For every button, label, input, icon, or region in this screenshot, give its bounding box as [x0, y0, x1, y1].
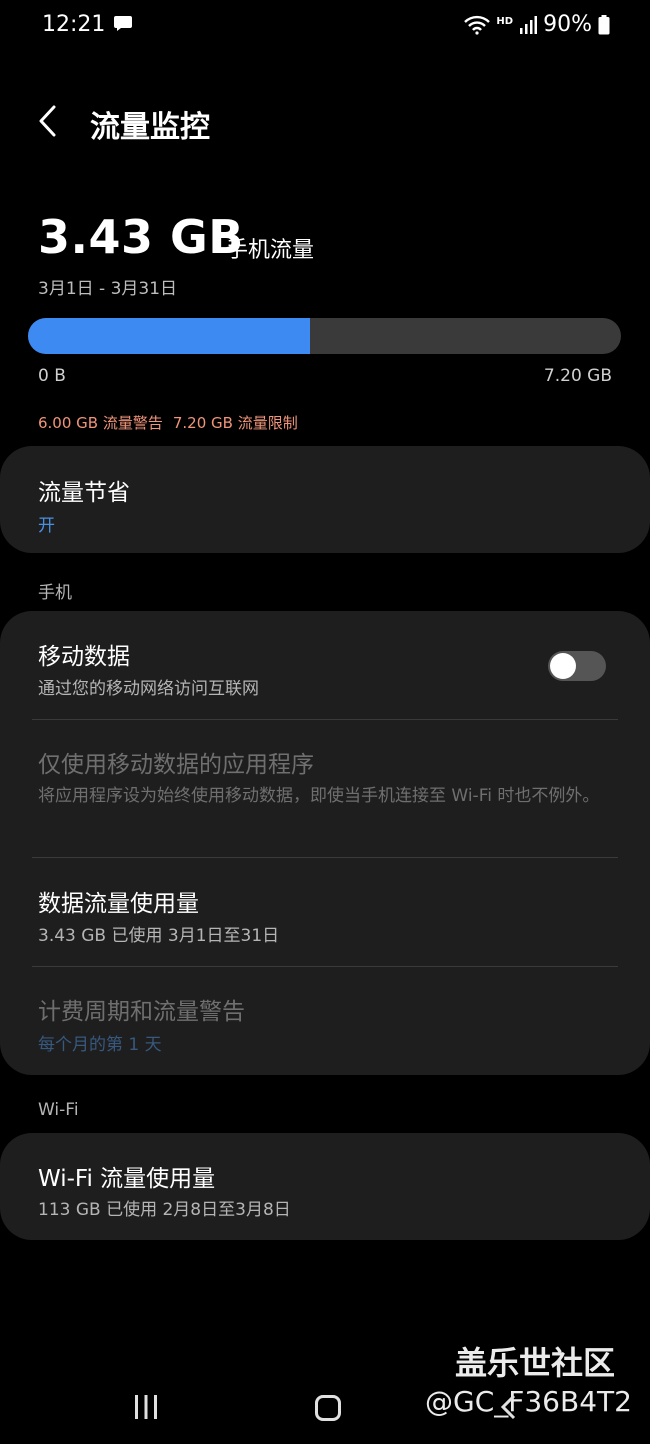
recent-apps-icon[interactable] — [133, 1394, 159, 1420]
status-icons: HD 90% — [464, 12, 610, 37]
data-usage-title: 数据流量使用量 — [38, 891, 199, 917]
warning-label: 6.00 GB 流量警告 — [38, 414, 163, 432]
usage-period: 3月1日 - 3月31日 — [38, 279, 178, 299]
battery-percent: 90% — [543, 12, 592, 37]
data-saver-card[interactable]: 流量节省 开 — [0, 446, 650, 553]
billing-cycle-title: 计费周期和流量警告 — [38, 999, 245, 1025]
wifi-icon — [464, 15, 491, 35]
signal-icon — [520, 15, 538, 34]
mobile-data-title: 移动数据 — [38, 644, 130, 670]
bar-max-label: 7.20 GB — [543, 366, 612, 386]
battery-icon — [598, 14, 610, 34]
usage-amount: 3.43 GB — [38, 210, 244, 264]
data-saver-state: 开 — [38, 516, 55, 536]
wifi-usage-title: Wi-Fi 流量使用量 — [38, 1166, 216, 1192]
bar-min-label: 0 B — [38, 366, 66, 386]
home-icon[interactable] — [315, 1395, 341, 1421]
section-header-wifi: Wi-Fi — [38, 1100, 79, 1120]
billing-cycle-subtitle: 每个月的第 1 天 — [38, 1035, 162, 1055]
limit-label: 7.20 GB 流量限制 — [172, 414, 298, 432]
data-usage-subtitle: 3.43 GB 已使用 3月1日至31日 — [38, 926, 280, 946]
nav-back-icon[interactable] — [497, 1394, 521, 1420]
usage-limits: 6.00 GB 流量警告 7.20 GB 流量限制 — [38, 412, 308, 433]
usage-progress-fill — [28, 318, 311, 354]
divider — [32, 857, 618, 858]
mobile-data-subtitle: 通过您的移动网络访问互联网 — [38, 679, 259, 699]
watermark-title: 盖乐世社区 — [455, 1344, 616, 1382]
mobile-data-toggle[interactable] — [548, 651, 606, 681]
mobile-only-apps-title: 仅使用移动数据的应用程序 — [38, 752, 314, 778]
data-saver-title: 流量节省 — [38, 480, 130, 506]
divider — [32, 966, 618, 967]
mobile-only-apps-subtitle: 将应用程序设为始终使用移动数据，即使当手机连接至 Wi-Fi 时也不例外。 — [38, 786, 600, 806]
usage-progress-bar — [28, 318, 621, 354]
wifi-card[interactable]: Wi-Fi 流量使用量 113 GB 已使用 2月8日至3月8日 — [0, 1133, 650, 1240]
back-arrow-icon[interactable] — [36, 104, 60, 138]
toggle-knob — [550, 653, 576, 679]
status-time: 12:21 — [42, 12, 106, 37]
message-notification-icon — [114, 16, 132, 31]
page-title: 流量监控 — [90, 110, 210, 145]
watermark-handle: @GC_F36B4T2 — [425, 1385, 632, 1418]
section-header-mobile: 手机 — [38, 583, 72, 603]
divider — [32, 719, 618, 720]
hd-indicator: HD — [496, 16, 514, 27]
wifi-usage-subtitle: 113 GB 已使用 2月8日至3月8日 — [38, 1200, 291, 1220]
usage-label: 手机流量 — [226, 238, 315, 263]
mobile-card: 移动数据 通过您的移动网络访问互联网 仅使用移动数据的应用程序 将应用程序设为始… — [0, 611, 650, 1075]
